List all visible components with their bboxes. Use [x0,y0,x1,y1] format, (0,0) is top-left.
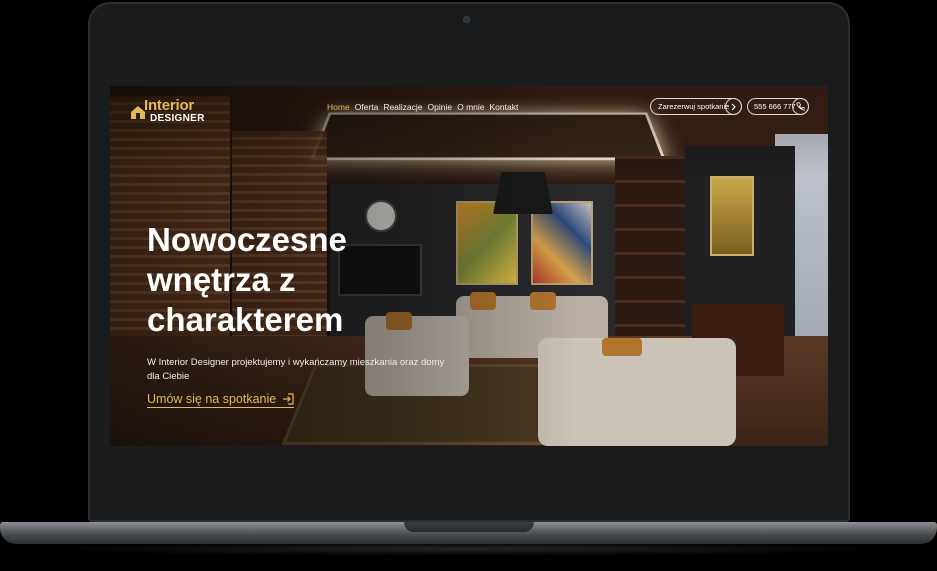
laptop-notch [404,522,534,532]
logo-text-interior: Interior [144,97,195,114]
nav-realizacje[interactable]: Realizacje [383,102,422,112]
website-screen: Interior DESIGNER Home Oferta Realizacje… [110,86,828,446]
sign-in-icon [283,393,294,405]
nav-opinie[interactable]: Opinie [428,102,453,112]
nav-home[interactable]: Home [327,102,350,112]
logo-text-designer: DESIGNER [150,113,205,124]
book-meeting-label: Zarezerwuj spotkanie [658,102,730,111]
chevron-right-icon [725,98,742,115]
hero-title: Nowoczesne wnętrza z charakterem [147,221,347,338]
hero-subtitle: W Interior Designer projektujemy i wykań… [147,357,445,382]
phone-icon [792,98,809,115]
main-nav: Home Oferta Realizacje Opinie O mnie Kon… [327,102,518,112]
phone-button[interactable]: 555 666 777 [747,98,809,115]
camera-icon [463,16,470,23]
book-meeting-link[interactable]: Umów się na spotkanie [147,392,295,408]
nav-o-mnie[interactable]: O mnie [457,102,484,112]
phone-number: 555 666 777 [754,102,796,111]
book-meeting-button[interactable]: Zarezerwuj spotkanie [650,98,742,115]
nav-kontakt[interactable]: Kontakt [490,102,519,112]
book-meeting-link-label: Umów się na spotkanie [147,392,277,406]
logo[interactable]: Interior DESIGNER [130,92,230,124]
laptop-shadow [40,542,897,556]
nav-oferta[interactable]: Oferta [355,102,379,112]
